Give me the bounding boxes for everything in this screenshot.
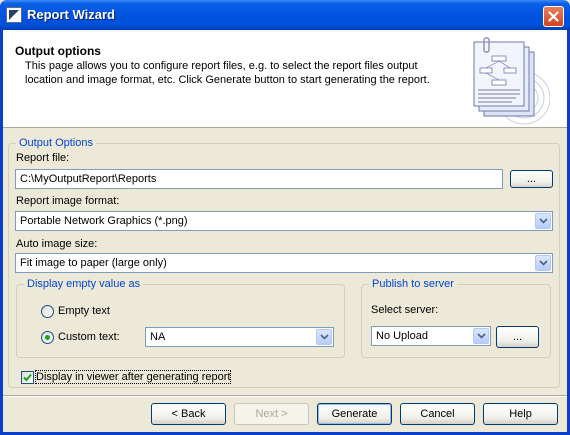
close-icon [548, 11, 559, 22]
image-format-label: Report image format: [16, 195, 120, 207]
auto-size-label: Auto image size: [16, 238, 98, 250]
report-file-input[interactable]: C:\MyOutputReport\Reports [15, 169, 503, 189]
viewer-checkbox[interactable] [21, 371, 34, 384]
image-format-value: Portable Network Graphics (*.png) [20, 215, 188, 227]
chevron-down-icon[interactable] [473, 328, 489, 344]
server-browse-button[interactable]: ... [496, 326, 539, 348]
empty-text-radio[interactable] [41, 305, 54, 318]
chevron-down-icon[interactable] [535, 255, 551, 271]
page-description: This page allows you to configure report… [25, 60, 430, 86]
app-icon [6, 7, 22, 23]
custom-text-label[interactable]: Custom text: [58, 331, 120, 343]
close-button[interactable] [543, 6, 564, 27]
page-title: Output options [15, 44, 101, 58]
page-header: Output options This page allows you to c… [3, 30, 567, 128]
chevron-down-icon[interactable] [316, 329, 332, 345]
next-button[interactable]: Next > [234, 403, 309, 425]
cancel-button[interactable]: Cancel [400, 403, 475, 425]
checkmark-icon [23, 373, 32, 382]
chevron-down-icon[interactable] [535, 213, 551, 229]
help-button[interactable]: Help [483, 403, 558, 425]
dialog-window: Report Wizard Output options This page a… [0, 0, 570, 435]
generate-button[interactable]: Generate [317, 403, 392, 425]
viewer-checkbox-label[interactable]: Display in viewer after generating repor… [34, 370, 232, 384]
custom-text-radio[interactable] [41, 331, 54, 344]
dialog-body: Output options This page allows you to c… [3, 30, 567, 432]
report-document-icon [473, 37, 550, 125]
server-select[interactable]: No Upload [371, 326, 491, 346]
footer-divider [3, 395, 567, 397]
title-bar[interactable]: Report Wizard [0, 0, 570, 30]
image-format-select[interactable]: Portable Network Graphics (*.png) [15, 211, 553, 231]
report-file-label: Report file: [16, 152, 70, 164]
select-server-label: Select server: [371, 304, 439, 316]
report-file-browse-button[interactable]: ... [510, 170, 553, 188]
window-title: Report Wizard [27, 7, 115, 22]
output-options-label: Output Options [16, 137, 96, 149]
empty-value-label: Display empty value as [24, 278, 144, 290]
custom-text-value: NA [150, 331, 166, 343]
auto-size-select[interactable]: Fit image to paper (large only) [15, 253, 553, 273]
custom-text-select[interactable]: NA [145, 327, 334, 347]
empty-text-label[interactable]: Empty text [58, 305, 110, 317]
back-button[interactable]: < Back [151, 403, 226, 425]
auto-size-value: Fit image to paper (large only) [20, 257, 167, 269]
publish-label: Publish to server [369, 278, 457, 290]
server-value: No Upload [376, 330, 428, 342]
